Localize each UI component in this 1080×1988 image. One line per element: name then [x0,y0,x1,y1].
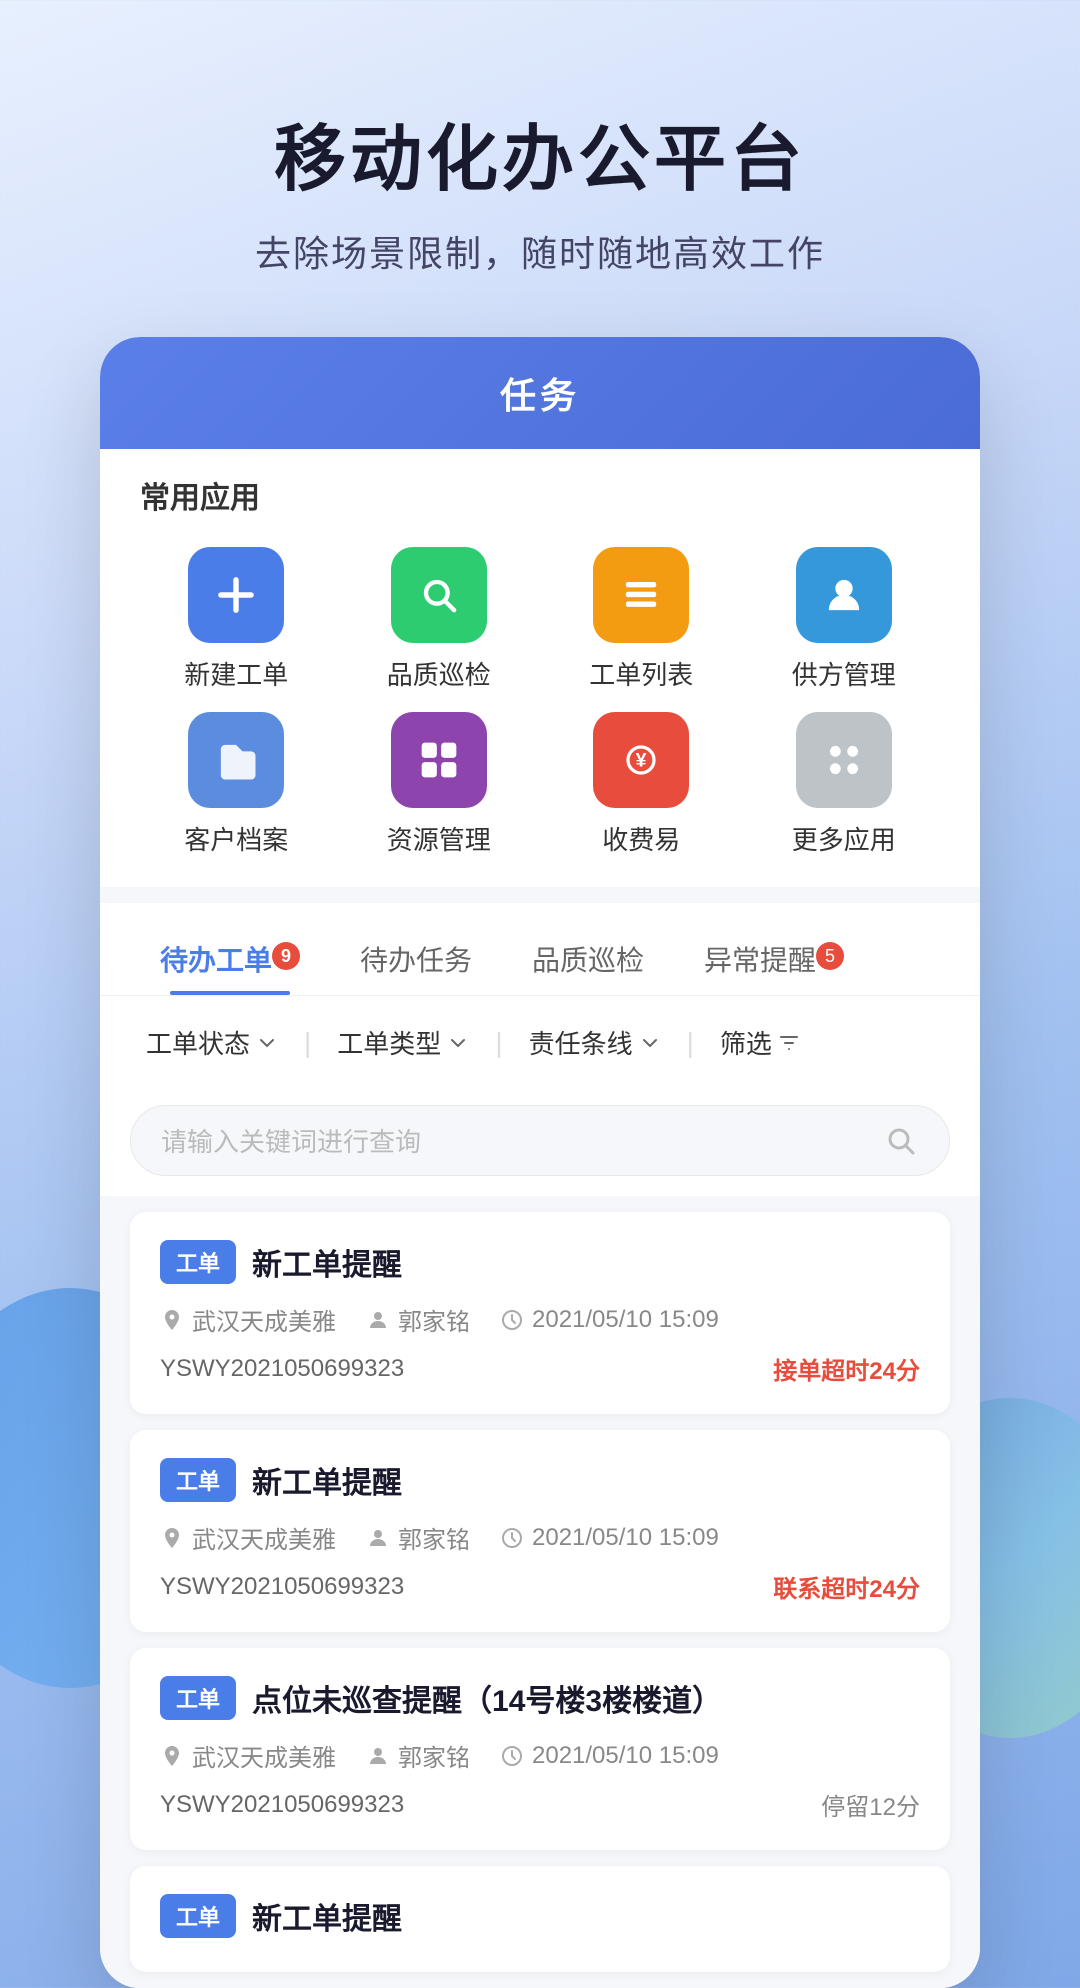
order-status-1: 接单超时24分 [773,1351,920,1386]
app-more[interactable]: 更多应用 [748,712,941,857]
main-subtitle: 去除场景限制，随时随地高效工作 [80,225,1000,277]
person-icon-3 [366,1744,390,1768]
order-no-2: YSWY2021050699323 [160,1573,404,1601]
chevron-down-icon-3 [639,1032,661,1054]
clock-icon-3 [500,1744,524,1768]
order-title-1: 新工单提醒 [252,1240,402,1284]
more-apps-icon [796,712,892,808]
filter-order-status[interactable]: 工单状态 [130,1016,294,1069]
clock-icon [500,1308,524,1332]
order-time-2: 2021/05/10 15:09 [500,1524,719,1552]
order-tag-2: 工单 [160,1458,236,1502]
order-card-3[interactable]: 工单 点位未巡查提醒（14号楼3楼楼道） 武汉天成美雅 郭家铭 2021/05/… [130,1648,950,1850]
chevron-down-icon [256,1032,278,1054]
new-order-label: 新建工单 [184,655,288,692]
order-title-3: 点位未巡查提醒（14号楼3楼楼道） [252,1676,722,1720]
resource-label: 资源管理 [387,820,491,857]
order-location-3: 武汉天成美雅 [160,1738,336,1773]
search-bar: 请输入关键词进行查询 [100,1089,980,1196]
filter-order-type[interactable]: 工单类型 [321,1016,485,1069]
app-quality-patrol[interactable]: 品质巡检 [343,547,536,692]
chevron-down-icon-2 [447,1032,469,1054]
tab-pending-tasks[interactable]: 待办任务 [330,923,502,995]
order-tag-4: 工单 [160,1894,236,1938]
customer-file-icon [188,712,284,808]
supplier-icon [796,547,892,643]
header-section: 移动化办公平台 去除场景限制，随时随地高效工作 [0,0,1080,337]
tabs-navigation: 待办工单9 待办任务 品质巡检 异常提醒5 [100,903,980,995]
filter-screen[interactable]: 筛选 [704,1016,816,1069]
supplier-label: 供方管理 [792,655,896,692]
location-icon-2 [160,1526,184,1550]
tab-pending-orders[interactable]: 待办工单9 [130,923,330,995]
order-person-3: 郭家铭 [366,1738,470,1773]
search-placeholder-text: 请输入关键词进行查询 [161,1122,867,1159]
search-input-wrap[interactable]: 请输入关键词进行查询 [130,1105,950,1176]
tab-bar-label: 任务 [500,375,580,416]
app-content: 常用应用 新建工单 [100,449,980,1988]
new-order-icon [188,547,284,643]
order-card-2[interactable]: 工单 新工单提醒 武汉天成美雅 郭家铭 2021/05/10 15:09 [130,1430,950,1632]
filter-icon [778,1032,800,1054]
order-title-4: 新工单提醒 [252,1894,402,1938]
more-apps-label: 更多应用 [792,820,896,857]
order-no-1: YSWY2021050699323 [160,1355,404,1383]
app-billing[interactable]: ¥ 收费易 [545,712,738,857]
order-location-1: 武汉天成美雅 [160,1302,336,1337]
order-time-3: 2021/05/10 15:09 [500,1742,719,1770]
order-tag-1: 工单 [160,1240,236,1284]
person-icon-2 [366,1526,390,1550]
clock-icon-2 [500,1526,524,1550]
app-order-list[interactable]: 工单列表 [545,547,738,692]
tab-quality[interactable]: 品质巡检 [502,923,674,995]
location-icon-3 [160,1744,184,1768]
common-apps-label: 常用应用 [100,449,980,527]
customer-file-label: 客户档案 [184,820,288,857]
billing-icon: ¥ [593,712,689,808]
tab-bar: 任务 [100,337,980,449]
order-title-2: 新工单提醒 [252,1458,402,1502]
filter-responsibility[interactable]: 责任条线 [513,1016,677,1069]
svg-text:¥: ¥ [636,750,647,772]
filter-row: 工单状态 | 工单类型 | 责任条线 | 筛选 [100,995,980,1089]
order-list-label: 工单列表 [589,655,693,692]
alerts-badge: 5 [816,942,844,970]
app-new-order[interactable]: 新建工单 [140,547,333,692]
order-time-1: 2021/05/10 15:09 [500,1306,719,1334]
order-person-1: 郭家铭 [366,1302,470,1337]
order-status-3: 停留12分 [821,1787,920,1822]
order-location-2: 武汉天成美雅 [160,1520,336,1555]
order-status-2: 联系超时24分 [773,1569,920,1604]
app-resource[interactable]: 资源管理 [343,712,536,857]
app-supplier[interactable]: 供方管理 [748,547,941,692]
main-title: 移动化办公平台 [80,100,1000,205]
order-card-1[interactable]: 工单 新工单提醒 武汉天成美雅 郭家铭 2021/05/10 15:09 [130,1212,950,1414]
location-icon [160,1308,184,1332]
app-customer-file[interactable]: 客户档案 [140,712,333,857]
order-person-2: 郭家铭 [366,1520,470,1555]
person-icon [366,1308,390,1332]
pending-orders-badge: 9 [272,942,300,970]
apps-grid: 新建工单 品质巡检 [100,527,980,887]
order-tag-3: 工单 [160,1676,236,1720]
orders-list: 工单 新工单提醒 武汉天成美雅 郭家铭 2021/05/10 15:09 [100,1196,980,1988]
search-icon [883,1123,919,1159]
order-no-3: YSWY2021050699323 [160,1791,404,1819]
order-list-icon [593,547,689,643]
phone-mockup: 任务 常用应用 新建工单 [100,337,980,1988]
order-card-4[interactable]: 工单 新工单提醒 [130,1866,950,1972]
quality-patrol-label: 品质巡检 [387,655,491,692]
resource-icon [391,712,487,808]
tab-alerts[interactable]: 异常提醒5 [674,923,874,995]
billing-label: 收费易 [602,820,680,857]
quality-patrol-icon [391,547,487,643]
